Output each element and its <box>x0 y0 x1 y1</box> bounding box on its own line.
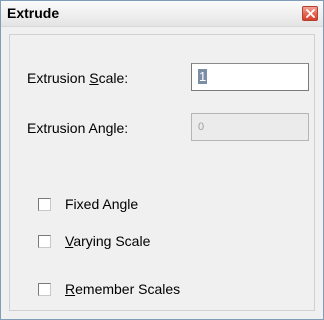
varying-scale-label: Varying Scale <box>65 233 150 249</box>
extrude-dialog: Extrude Extrusion Scale: 1 Extrusion Ang… <box>0 0 324 320</box>
extrusion-scale-label-suffix: cale: <box>98 70 129 86</box>
extrusion-scale-input[interactable]: 1 <box>191 63 309 91</box>
extrusion-angle-label: Extrusion Angle: <box>27 120 129 136</box>
extrusion-angle-value: 0 <box>198 121 205 133</box>
varying-scale-label-text: arying Scale <box>73 233 151 249</box>
fixed-angle-checkbox[interactable] <box>38 197 51 211</box>
varying-scale-checkbox-row[interactable]: Varying Scale <box>38 232 150 250</box>
extrusion-scale-label-accel: S <box>89 70 99 86</box>
dialog-title: Extrude <box>7 5 60 21</box>
remember-scales-checkbox[interactable] <box>38 282 51 296</box>
extrusion-angle-input: 0 <box>191 113 309 141</box>
remember-scales-label-accel: R <box>65 281 76 297</box>
extrusion-scale-value: 1 <box>198 69 208 84</box>
extrusion-scale-label-prefix: Extrusion <box>27 70 90 86</box>
varying-scale-checkbox[interactable] <box>38 234 51 248</box>
close-icon <box>305 9 315 18</box>
fixed-angle-checkbox-row[interactable]: Fixed Angle <box>38 195 138 213</box>
remember-scales-checkbox-row[interactable]: Remember Scales <box>38 280 180 298</box>
remember-scales-label: Remember Scales <box>65 281 180 297</box>
extrusion-scale-label: Extrusion Scale: <box>27 70 128 86</box>
fixed-angle-label-text: Fixed Angle <box>65 196 139 212</box>
close-button[interactable] <box>302 6 318 21</box>
remember-scales-label-text: emember Scales <box>75 281 181 297</box>
title-bar[interactable]: Extrude <box>1 1 323 27</box>
dialog-body: Extrusion Scale: 1 Extrusion Angle: 0 Fi… <box>9 34 315 311</box>
fixed-angle-label: Fixed Angle <box>65 196 138 212</box>
